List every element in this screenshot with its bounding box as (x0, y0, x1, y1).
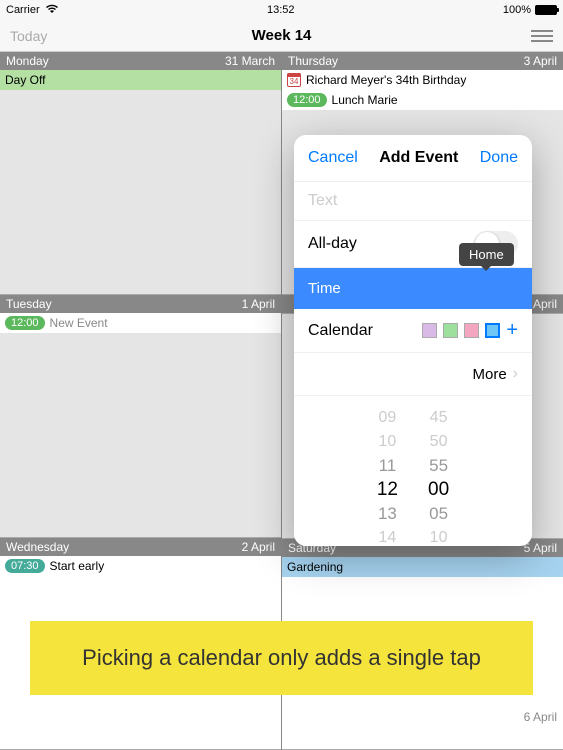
battery-percent: 100% (503, 4, 531, 16)
status-bar: Carrier 13:52 100% (0, 0, 563, 20)
more-button[interactable]: More › (294, 353, 532, 396)
status-time: 13:52 (267, 4, 295, 16)
calendar-row: Calendar + (294, 309, 532, 353)
time-picker[interactable]: 09101112131415 45505500051015 (294, 396, 532, 546)
chevron-right-icon: › (513, 365, 518, 383)
day-header-monday[interactable]: Monday 31 March (0, 52, 281, 70)
event-text-input[interactable]: Text (294, 182, 532, 221)
calendar-color-swatch[interactable] (485, 323, 500, 338)
menu-icon[interactable] (531, 30, 553, 42)
calendar-tooltip: Home (459, 243, 514, 266)
cancel-button[interactable]: Cancel (308, 149, 358, 167)
event-new-event[interactable]: 12:00 New Event (0, 313, 281, 333)
wifi-icon (45, 3, 59, 17)
today-button[interactable]: Today (10, 28, 47, 44)
day-header-tuesday[interactable]: Tuesday 1 April (0, 295, 281, 313)
event-gardening[interactable]: Gardening (282, 557, 563, 577)
promo-caption: Picking a calendar only adds a single ta… (30, 621, 533, 695)
event-lunch[interactable]: 12:00 Lunch Marie (282, 90, 563, 110)
battery-icon (535, 5, 557, 15)
calendar-color-swatch[interactable] (464, 323, 479, 338)
nav-bar: Today Week 14 (0, 20, 563, 52)
day-header-thursday[interactable]: Thursday 3 April (282, 52, 563, 70)
calendar-color-swatch[interactable] (443, 323, 458, 338)
time-row[interactable]: Time (294, 268, 532, 309)
page-title: Week 14 (252, 27, 312, 44)
calendar-color-swatch[interactable] (422, 323, 437, 338)
calendar-icon: 34 (287, 73, 301, 87)
event-start-early[interactable]: 07:30 Start early (0, 556, 281, 576)
carrier-label: Carrier (6, 4, 40, 16)
modal-title: Add Event (379, 149, 458, 167)
event-day-off[interactable]: Day Off (0, 70, 281, 90)
done-button[interactable]: Done (480, 149, 518, 167)
add-event-modal: Cancel Add Event Done Text All-day Time … (294, 135, 532, 546)
add-calendar-button[interactable]: + (506, 319, 518, 342)
day-header-wednesday[interactable]: Wednesday 2 April (0, 538, 281, 556)
event-birthday[interactable]: 34 Richard Meyer's 34th Birthday (282, 70, 563, 90)
